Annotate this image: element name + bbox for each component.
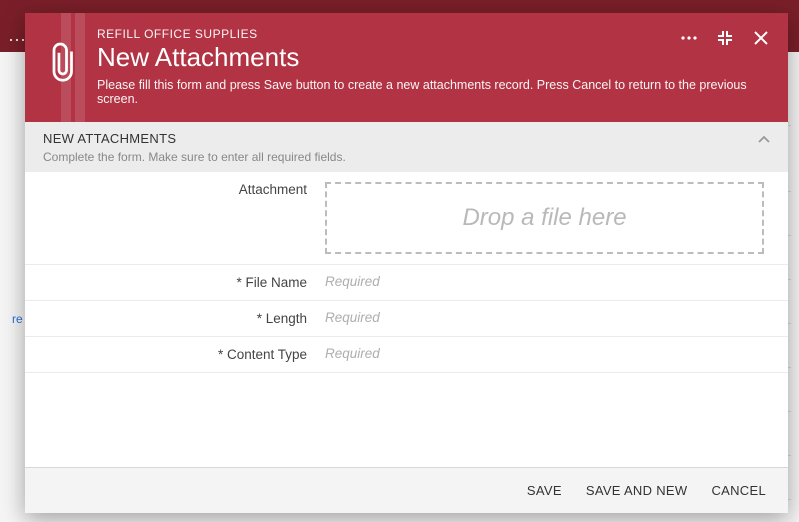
length-input[interactable]: Required xyxy=(325,301,788,336)
dialog-header: REFILL OFFICE SUPPLIES New Attachments P… xyxy=(25,13,788,122)
section-title: NEW ATTACHMENTS xyxy=(43,131,770,146)
contenttype-label: * Content Type xyxy=(25,337,325,372)
dialog-footer: SAVE SAVE AND NEW CANCEL xyxy=(25,467,788,513)
dialog-description: Please fill this form and press Save but… xyxy=(97,78,768,106)
save-and-new-button[interactable]: SAVE AND NEW xyxy=(586,483,688,498)
file-dropzone[interactable]: Drop a file here xyxy=(325,182,764,254)
new-attachments-dialog: REFILL OFFICE SUPPLIES New Attachments P… xyxy=(25,13,788,513)
save-button[interactable]: SAVE xyxy=(527,483,562,498)
field-row-attachment: Attachment Drop a file here xyxy=(25,172,788,265)
length-label: * Length xyxy=(25,301,325,336)
contenttype-input[interactable]: Required xyxy=(325,337,788,372)
filename-label: * File Name xyxy=(25,265,325,300)
filename-input[interactable]: Required xyxy=(325,265,788,300)
dropzone-text: Drop a file here xyxy=(462,204,626,232)
filename-placeholder: Required xyxy=(325,274,380,289)
field-row-length: * Length Required xyxy=(25,301,788,337)
field-row-contenttype: * Content Type Required xyxy=(25,337,788,373)
cancel-button[interactable]: CANCEL xyxy=(711,483,766,498)
breadcrumb: REFILL OFFICE SUPPLIES xyxy=(97,27,768,41)
attachment-label: Attachment xyxy=(25,172,325,264)
length-placeholder: Required xyxy=(325,310,380,325)
field-row-filename: * File Name Required xyxy=(25,265,788,301)
contenttype-placeholder: Required xyxy=(325,346,380,361)
form-body: Attachment Drop a file here * File Name … xyxy=(25,172,788,467)
form-section-header: NEW ATTACHMENTS Complete the form. Make … xyxy=(25,122,788,172)
section-hint: Complete the form. Make sure to enter al… xyxy=(43,150,770,164)
collapse-section-button[interactable] xyxy=(756,132,774,150)
attachment-icon xyxy=(45,41,83,92)
background-link-fragment: re xyxy=(12,312,23,326)
dialog-title: New Attachments xyxy=(97,43,768,72)
